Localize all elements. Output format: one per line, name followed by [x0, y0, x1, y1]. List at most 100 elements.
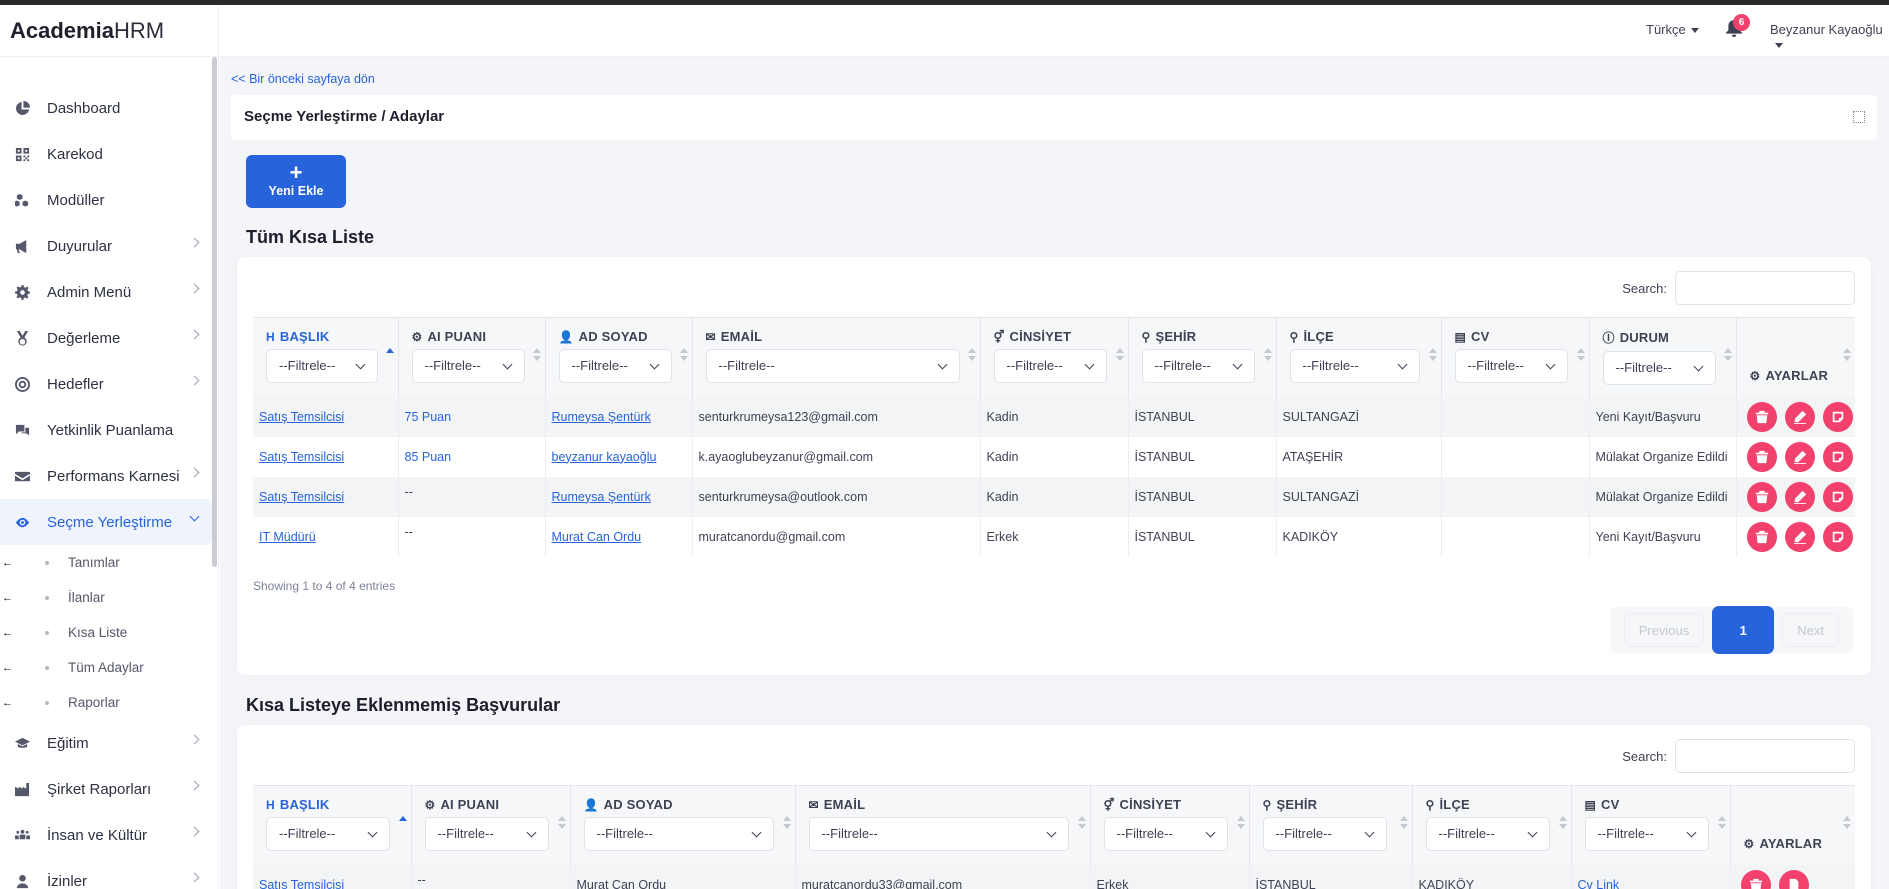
filter-select[interactable]: --Filtrele-- [1262, 817, 1387, 851]
sidebar-item-degerleme[interactable]: Değerleme [0, 315, 212, 361]
filter-select[interactable]: --Filtrele-- [583, 817, 774, 851]
cv-cell [1441, 516, 1590, 557]
note-button[interactable] [1822, 521, 1853, 552]
sidebar-item-moduller[interactable]: Modüller [0, 177, 212, 223]
col-ai-puani[interactable]: ⚙ AI PUANI --Filtrele-- [398, 317, 546, 397]
job-title-link[interactable]: Satış Temsilcisi [259, 450, 344, 464]
filter-select[interactable]: --Filtrele-- [1289, 349, 1420, 383]
candidate-name-link[interactable]: beyzanur kayaoğlu [552, 450, 657, 464]
delete-button[interactable] [1746, 521, 1777, 552]
col-cinsiyet[interactable]: ⚥ CİNSİYET --Filtrele-- [1090, 785, 1250, 865]
candidate-name-link[interactable]: Rumeysa Şentürk [552, 410, 651, 424]
sidebar-item-duyurular[interactable]: Duyurular [0, 223, 212, 269]
robot-icon: ⚙ [411, 330, 423, 344]
sidebar-item-dashboard[interactable]: Dashboard [0, 85, 212, 131]
note-button[interactable] [1822, 481, 1853, 512]
col-ilce[interactable]: ⚲ İLÇE --Filtrele-- [1412, 785, 1572, 865]
filter-select[interactable]: --Filtrele-- [705, 349, 960, 383]
filter-select[interactable]: --Filtrele-- [808, 817, 1069, 851]
col-ad-soyad[interactable]: 👤 AD SOYAD --Filtrele-- [545, 317, 693, 397]
job-title-link[interactable]: Satış Temsilcisi [259, 878, 344, 889]
filter-select[interactable]: --Filtrele-- [1602, 351, 1716, 385]
edit-button[interactable] [1784, 481, 1815, 512]
page-title-card: Seçme Yerleştirme / Adaylar [231, 95, 1877, 140]
sidebar-subitem-raporlar[interactable]: ← Raporlar [0, 685, 212, 720]
add-new-button[interactable]: + Yeni Ekle [246, 155, 346, 208]
unlisted-search-input[interactable] [1675, 739, 1855, 773]
col-sehir[interactable]: ⚲ ŞEHİR --Filtrele-- [1249, 785, 1413, 865]
edit-button[interactable] [1784, 401, 1815, 432]
sidebar-subitem-kisa-liste[interactable]: ← Kısa Liste [0, 615, 212, 650]
note-button[interactable] [1822, 441, 1853, 472]
col-ai-puani[interactable]: ⚙ AI PUANI --Filtrele-- [411, 785, 571, 865]
col-email[interactable]: ✉ EMAİL --Filtrele-- [795, 785, 1091, 865]
fullscreen-icon[interactable] [1853, 111, 1865, 123]
sidebar-subitem-tum-adaylar[interactable]: ← Tüm Adaylar [0, 650, 212, 685]
brand-logo[interactable]: Academia HRM [0, 5, 218, 57]
sidebar-item-performans-karnesi[interactable]: Performans Karnesi [0, 453, 212, 499]
filter-select[interactable]: --Filtrele-- [558, 349, 672, 383]
sidebar-item-secme-yerlestirme[interactable]: Seçme Yerleştirme [0, 499, 212, 545]
filter-select[interactable]: --Filtrele-- [411, 349, 525, 383]
next-page-button[interactable]: Next [1782, 613, 1839, 647]
delete-button[interactable] [1740, 869, 1771, 889]
sidebar-item-karekod[interactable]: Karekod [0, 131, 212, 177]
ai-score[interactable]: 85 Puan [405, 450, 452, 464]
sidebar-item-izinler[interactable]: İzinler [0, 858, 212, 889]
table-row: Satış Temsilcisi -- Murat Can Ordu murat… [253, 864, 1855, 889]
col-ilce[interactable]: ⚲ İLÇE --Filtrele-- [1276, 317, 1442, 397]
col-baslik[interactable]: H BAŞLIK --Filtrele-- [253, 785, 412, 865]
add-to-shortlist-button[interactable] [1778, 869, 1809, 889]
candidate-name-link[interactable]: Rumeysa Şentürk [552, 490, 651, 504]
job-title-link[interactable]: IT Müdürü [259, 530, 316, 544]
candidate-name-link[interactable]: Murat Can Ordu [552, 530, 642, 544]
col-cinsiyet[interactable]: ⚥ CİNSİYET --Filtrele-- [980, 317, 1129, 397]
sidebar-item-admin-menu[interactable]: Admin Menü [0, 269, 212, 315]
job-title-link[interactable]: Satış Temsilcisi [259, 490, 344, 504]
job-title-link[interactable]: Satış Temsilcisi [259, 410, 344, 424]
sidebar-item-hedefler[interactable]: Hedefler [0, 361, 212, 407]
col-durum[interactable]: ⓘ DURUM --Filtrele-- [1589, 317, 1737, 397]
shortlist-search-input[interactable] [1675, 271, 1855, 305]
page-button-current[interactable]: 1 [1712, 606, 1775, 654]
cv-link[interactable]: Cv Link [1578, 878, 1620, 889]
col-email[interactable]: ✉ EMAİL --Filtrele-- [692, 317, 981, 397]
user-menu[interactable]: Beyzanur Kayaoğlu [1770, 22, 1889, 52]
robot-icon: ⚙ [424, 798, 436, 812]
filter-select[interactable]: --Filtrele-- [993, 349, 1107, 383]
filter-select[interactable]: --Filtrele-- [1103, 817, 1228, 851]
filter-select[interactable]: --Filtrele-- [266, 349, 378, 383]
col-ayarlar[interactable]: ⚙ AYARLAR [1736, 317, 1855, 397]
sidebar-item-egitim[interactable]: Eğitim [0, 720, 212, 766]
note-button[interactable] [1822, 401, 1853, 432]
sidebar-subitem-ilanlar[interactable]: ← İlanlar [0, 580, 212, 615]
filter-select[interactable]: --Filtrele-- [266, 817, 390, 851]
sidebar-scrollbar[interactable] [212, 57, 217, 567]
col-cv[interactable]: ▤ CV --Filtrele-- [1441, 317, 1590, 397]
filter-select[interactable]: --Filtrele-- [1425, 817, 1550, 851]
col-ayarlar[interactable]: ⚙ AYARLAR [1730, 785, 1855, 865]
filter-select[interactable]: --Filtrele-- [1584, 817, 1709, 851]
filter-select[interactable]: --Filtrele-- [1141, 349, 1255, 383]
sidebar-item-sirket-raporlari[interactable]: Şirket Raporları [0, 766, 212, 812]
delete-button[interactable] [1746, 481, 1777, 512]
edit-button[interactable] [1784, 441, 1815, 472]
col-baslik[interactable]: H BAŞLIK --Filtrele-- [253, 317, 399, 397]
previous-page-button[interactable]: Previous [1623, 613, 1705, 647]
sidebar-subitem-tanimlar[interactable]: ← Tanımlar [0, 545, 212, 580]
user-icon [13, 872, 31, 889]
language-selector[interactable]: Türkçe [1646, 22, 1699, 37]
sidebar-item-yetkinlik-puanlama[interactable]: Yetkinlik Puanlama [0, 407, 212, 453]
col-ad-soyad[interactable]: 👤 AD SOYAD --Filtrele-- [570, 785, 796, 865]
edit-button[interactable] [1784, 521, 1815, 552]
col-cv[interactable]: ▤ CV --Filtrele-- [1571, 785, 1731, 865]
delete-button[interactable] [1746, 441, 1777, 472]
ai-score[interactable]: 75 Puan [405, 410, 452, 424]
back-link[interactable]: << Bir önceki sayfaya dön [231, 72, 375, 86]
col-sehir[interactable]: ⚲ ŞEHİR --Filtrele-- [1128, 317, 1277, 397]
delete-button[interactable] [1746, 401, 1777, 432]
filter-select[interactable]: --Filtrele-- [1454, 349, 1568, 383]
trash-icon [1755, 410, 1768, 423]
sidebar-item-insan-ve-kultur[interactable]: İnsan ve Kültür [0, 812, 212, 858]
filter-select[interactable]: --Filtrele-- [424, 817, 549, 851]
